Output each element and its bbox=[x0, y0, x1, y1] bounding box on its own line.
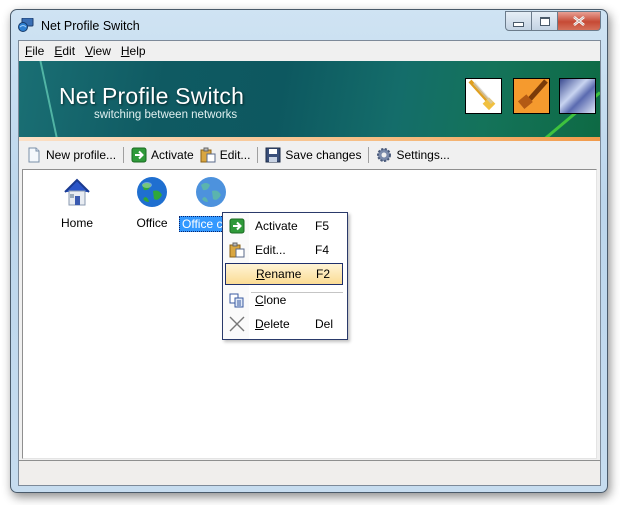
menu-file-label: ile bbox=[32, 43, 45, 58]
menu-help[interactable]: Help bbox=[117, 44, 150, 58]
settings-label: Settings... bbox=[396, 148, 450, 162]
banner-subtitle: switching between networks bbox=[94, 109, 238, 121]
context-item-label: Clone bbox=[255, 293, 286, 307]
globe-icon bbox=[196, 177, 226, 207]
ethernet-cable-orange-image bbox=[513, 78, 550, 114]
minimize-icon bbox=[513, 21, 524, 27]
edit-label: Edit... bbox=[219, 148, 251, 162]
banner-title: Net Profile Switch bbox=[59, 83, 245, 109]
menu-edit-label: dit bbox=[62, 43, 76, 58]
context-item-label: Delete bbox=[255, 317, 290, 331]
banner-decoration bbox=[19, 61, 63, 137]
new-profile-button[interactable]: New profile... bbox=[23, 144, 119, 166]
copy-icon bbox=[229, 293, 244, 308]
menu-view[interactable]: View bbox=[81, 44, 115, 58]
context-item-shortcut: F5 bbox=[315, 219, 330, 233]
settings-button[interactable]: Settings... bbox=[373, 144, 452, 166]
toolbar-separator bbox=[257, 147, 259, 163]
menu-file[interactable]: File bbox=[21, 44, 48, 58]
context-item-label: Rename bbox=[256, 267, 301, 281]
network-cables-blue-image bbox=[559, 78, 596, 114]
menu-bar: File Edit View Help bbox=[19, 41, 600, 60]
context-item-shortcut: Del bbox=[315, 317, 334, 331]
context-item-clone[interactable]: Clone bbox=[225, 289, 343, 311]
title-bar[interactable]: Net Profile Switch bbox=[11, 10, 607, 40]
menu-edit[interactable]: Edit bbox=[50, 44, 79, 58]
minimize-button[interactable] bbox=[505, 11, 532, 31]
clipboard-icon bbox=[229, 242, 245, 258]
label-rest: elete bbox=[263, 317, 290, 331]
delete-x-icon bbox=[229, 316, 245, 332]
toolbar-separator bbox=[368, 147, 370, 163]
maximize-button[interactable] bbox=[532, 11, 558, 31]
activate-arrow-icon bbox=[229, 218, 245, 234]
ethernet-cable-white-image bbox=[465, 78, 502, 114]
context-item-shortcut: F4 bbox=[315, 243, 330, 257]
toolbar: New profile... Activate Edit... Save cha… bbox=[19, 143, 600, 167]
close-button[interactable] bbox=[558, 11, 601, 31]
activate-label: Activate bbox=[151, 148, 194, 162]
status-bar bbox=[19, 460, 600, 485]
floppy-disk-icon bbox=[265, 147, 281, 163]
profile-label: Office bbox=[136, 216, 168, 230]
mnemonic: C bbox=[255, 293, 264, 307]
context-item-label: Edit... bbox=[255, 243, 286, 257]
edit-button[interactable]: Edit... bbox=[197, 144, 254, 166]
new-document-icon bbox=[28, 147, 40, 163]
context-item-activate[interactable]: Activate F5 bbox=[225, 215, 343, 237]
menu-view-label: iew bbox=[92, 43, 111, 58]
save-changes-label: Save changes bbox=[285, 148, 362, 162]
profile-label: Home bbox=[60, 216, 93, 230]
menu-help-label: elp bbox=[129, 43, 146, 58]
banner-accent-line bbox=[19, 137, 600, 141]
mnemonic: D bbox=[255, 317, 264, 331]
gear-icon bbox=[377, 148, 392, 162]
toolbar-separator bbox=[123, 147, 125, 163]
close-icon bbox=[573, 16, 585, 26]
clipboard-icon bbox=[200, 147, 216, 163]
menu-view-mnemonic: V bbox=[85, 43, 93, 58]
profile-item-home[interactable]: Home bbox=[42, 175, 112, 230]
window-title: Net Profile Switch bbox=[41, 19, 140, 33]
globe-icon bbox=[137, 177, 167, 207]
activate-arrow-icon bbox=[131, 147, 147, 163]
menu-help-mnemonic: H bbox=[120, 43, 130, 58]
context-item-label: Activate bbox=[255, 219, 298, 233]
context-item-rename[interactable]: Rename F2 bbox=[225, 263, 343, 285]
context-item-delete[interactable]: Delete Del bbox=[225, 313, 343, 335]
label-rest: ename bbox=[264, 267, 302, 281]
mnemonic: R bbox=[256, 267, 265, 281]
save-changes-button[interactable]: Save changes bbox=[262, 144, 364, 166]
maximize-icon bbox=[539, 16, 550, 26]
new-profile-label: New profile... bbox=[46, 148, 117, 162]
network-app-icon bbox=[18, 18, 34, 32]
banner: Net Profile Switch switching between net… bbox=[19, 61, 600, 137]
house-icon bbox=[64, 178, 90, 206]
context-item-edit[interactable]: Edit... F4 bbox=[225, 239, 343, 261]
context-menu: Activate F5 Edit... F4 Rename F2 Clone D… bbox=[222, 212, 348, 340]
activate-button[interactable]: Activate bbox=[128, 144, 197, 166]
label-rest: lone bbox=[263, 293, 287, 307]
context-item-shortcut: F2 bbox=[316, 267, 331, 281]
